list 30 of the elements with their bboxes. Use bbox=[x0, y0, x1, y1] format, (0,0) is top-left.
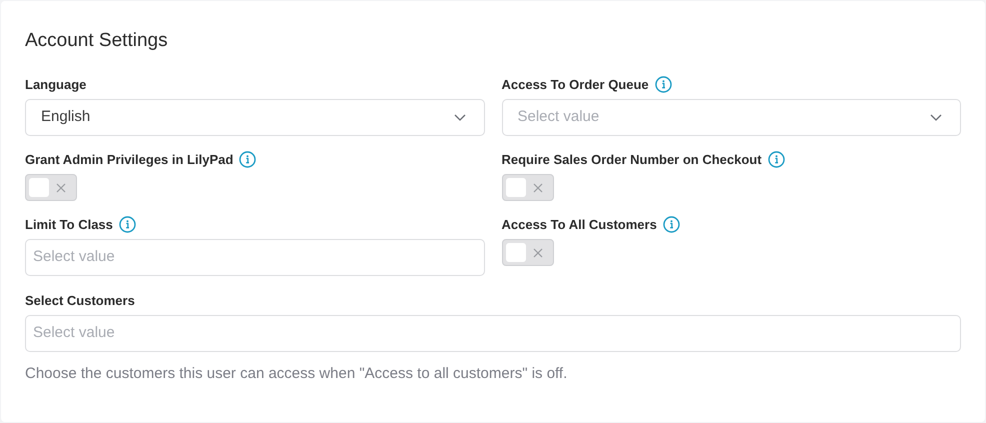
info-icon[interactable] bbox=[118, 216, 136, 233]
close-icon bbox=[56, 182, 66, 192]
field-label: Require Sales Order Number on Checkout bbox=[502, 150, 762, 169]
field-placeholder: Select value bbox=[33, 246, 116, 267]
field-label: Select Customers bbox=[25, 292, 135, 310]
field-label: Limit To Class bbox=[25, 216, 113, 234]
field-label: Language bbox=[25, 76, 86, 94]
section-title: Account Settings bbox=[25, 29, 169, 53]
field-label: Access To Order Queue bbox=[502, 76, 649, 94]
field-placeholder: Select value bbox=[518, 106, 600, 127]
toggle-switch[interactable] bbox=[25, 174, 77, 200]
field-label: Access To All Customers bbox=[502, 216, 657, 234]
select-field[interactable]: Select value bbox=[502, 98, 961, 136]
toggle-switch[interactable] bbox=[502, 174, 554, 200]
chevron-down-icon bbox=[930, 114, 942, 120]
input-field[interactable]: Select value bbox=[25, 238, 484, 276]
help-text: Choose the customers this user can access when "Access to all customers" is off. bbox=[25, 364, 568, 384]
input-field[interactable]: Select value bbox=[25, 314, 961, 352]
info-icon[interactable] bbox=[662, 216, 680, 233]
chevron-down-icon bbox=[454, 114, 466, 120]
info-icon[interactable] bbox=[239, 151, 256, 168]
field-label: Grant Admin Privileges in LilyPad bbox=[25, 150, 234, 169]
toggle-switch[interactable] bbox=[502, 238, 554, 266]
select-field[interactable]: English bbox=[25, 98, 484, 136]
info-icon[interactable] bbox=[654, 76, 672, 93]
info-icon[interactable] bbox=[768, 151, 785, 168]
close-icon bbox=[532, 248, 542, 258]
field-value: English bbox=[41, 106, 92, 127]
field-placeholder: Select value bbox=[33, 322, 116, 343]
close-icon bbox=[532, 182, 542, 192]
